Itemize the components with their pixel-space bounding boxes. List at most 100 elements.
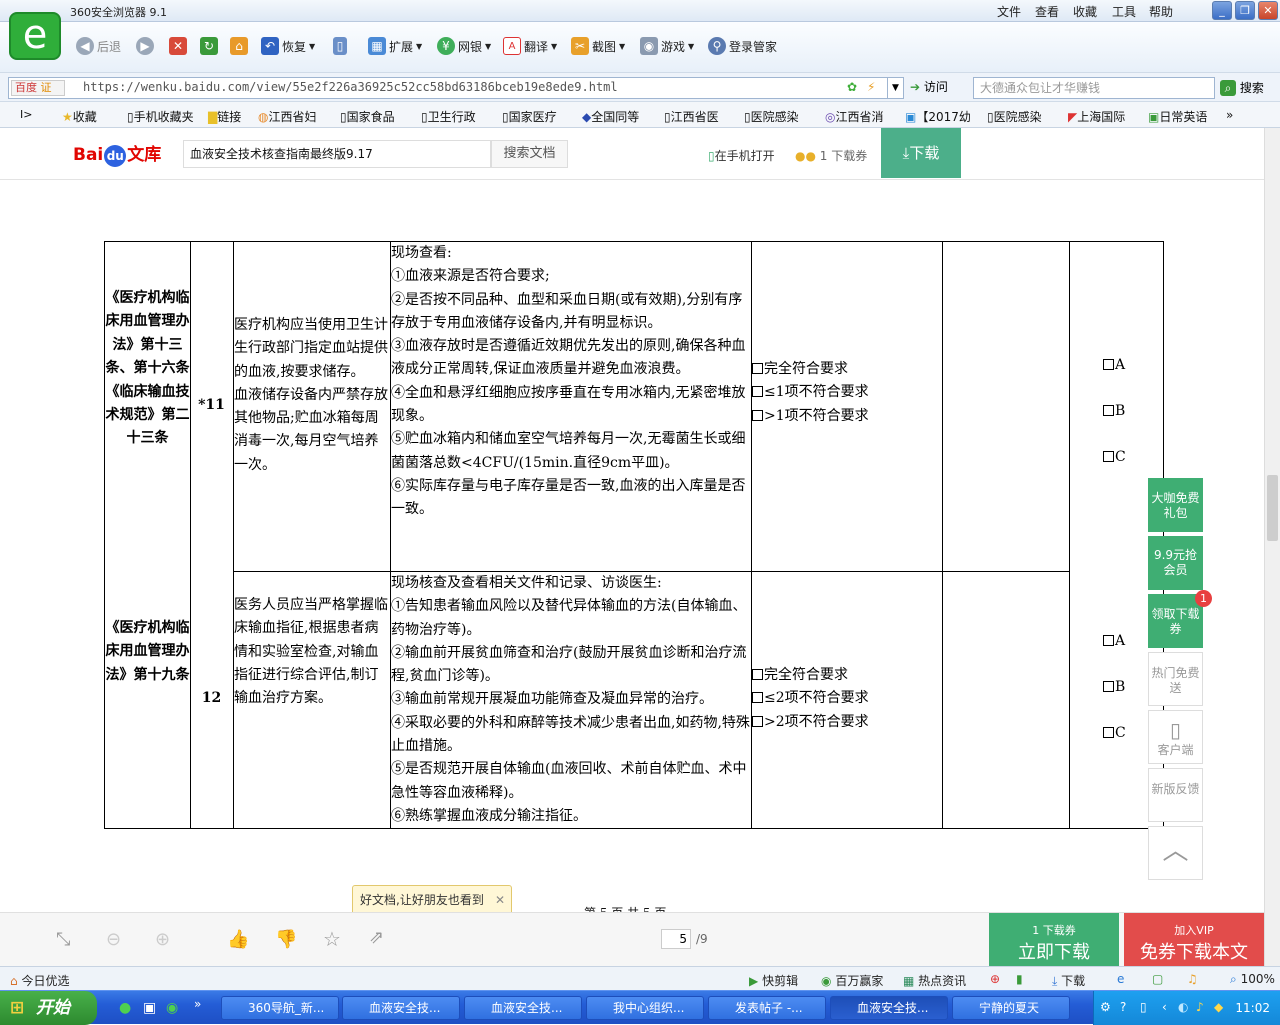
address-dropdown-icon[interactable]: ▼ [887,78,903,98]
ie-icon[interactable]: e [1117,972,1124,986]
quicklaunch-icon[interactable]: ◉ [166,1000,178,1016]
menu-favorites[interactable]: 收藏 [1073,3,1097,20]
taskbar-item[interactable]: 我中心组织... [586,996,704,1020]
help-icon[interactable]: ? [1120,1000,1126,1014]
forward-button[interactable]: ▶ [136,37,154,55]
extend-button[interactable]: ▦ 扩展 ▼ [368,37,422,55]
bank-button[interactable]: ¥ 网银 ▼ [437,37,491,55]
taskbar-item[interactable]: 宁静的夏天 [952,996,1070,1020]
client-button[interactable]: ▯ 客户端 [1148,710,1203,764]
zoom-in-icon[interactable]: ⊕ [155,929,170,950]
option-full[interactable]: 完全符合要求 [752,664,941,687]
fav-item[interactable]: ◎江西省消 [825,108,884,125]
status-icon[interactable]: ⊕ [990,972,1000,986]
restore-tabs-button[interactable]: ↶ 恢复 ▼ [261,37,315,55]
close-button[interactable]: ✕ [1258,1,1278,20]
share-icon[interactable]: ⇗ [369,927,384,948]
get-coupon-button[interactable]: 领取下载券 [1148,594,1203,648]
gift-pack-button[interactable]: 大咖免费礼包 [1148,478,1203,532]
doc-search-input[interactable]: 血液安全技术核查指南最终版9.17 [183,140,491,168]
vip-download-button[interactable]: 加入VIP 免券下载本文 [1124,913,1264,967]
fav-item[interactable]: ▣【2017幼 [905,108,971,125]
feedback-button[interactable]: 新版反馈 [1148,768,1203,822]
home-button[interactable]: ⌂ [230,37,248,55]
sound-icon[interactable]: ♫ [1187,972,1198,986]
option-le2[interactable]: ≤2项不符合要求 [752,687,941,710]
games-button[interactable]: ◉ 游戏 ▼ [640,37,694,55]
taskbar-item[interactable]: 血液安全技... [464,996,582,1020]
option-full[interactable]: 完全符合要求 [752,358,941,381]
status-item[interactable]: ◉ 百万赢家 [821,972,883,989]
option-gt1[interactable]: >1项不符合要求 [752,405,941,428]
fav-more-button[interactable]: » [1226,108,1233,122]
menu-help[interactable]: 帮助 [1149,3,1173,20]
grade-b[interactable]: B [1103,400,1163,446]
search-input[interactable]: 大德通众包让才华赚钱 [973,77,1215,99]
tray-icon[interactable]: ‹ [1162,1000,1167,1014]
minimize-button[interactable]: _ [1212,1,1232,20]
status-item[interactable]: ⤓ 下载 [1052,972,1085,989]
start-button[interactable]: ⊞ 开始 [0,991,97,1025]
tray-icon[interactable]: ⚙ [1100,1000,1111,1014]
thumbs-down-icon[interactable]: 👎 [275,929,297,950]
fav-item[interactable]: ▯国家医疗 [502,108,557,125]
back-button[interactable]: ◀ 后退 [76,37,121,55]
option-le1[interactable]: ≤1项不符合要求 [752,381,941,404]
fav-item[interactable]: ▣日常英语 [1148,108,1207,125]
option-gt2[interactable]: >2项不符合要求 [752,711,941,734]
fav-item[interactable]: ▯医院感染 [987,108,1042,125]
taskbar-item[interactable]: 血液安全技... [830,996,948,1020]
favorites-button[interactable]: ★收藏 [62,108,97,125]
scroll-thumb[interactable] [1267,475,1278,541]
fav-item[interactable]: ▇链接 [208,108,241,125]
baidu-wenku-logo[interactable]: Bai du 文库 [73,140,161,167]
fullscreen-icon[interactable]: ⤡ [56,929,70,950]
close-icon[interactable]: ✕ [495,886,505,914]
page-scrollbar[interactable] [1264,128,1280,966]
status-item[interactable]: ▶ 快剪辑 [749,972,798,989]
tray-icon[interactable]: ▯ [1140,1000,1147,1014]
tray-icon[interactable]: ◆ [1214,1000,1223,1014]
address-bar[interactable]: 百度 证 https://wenku.baidu.com/view/55e2f2… [8,77,904,99]
quicklaunch-icon[interactable]: ▣ [143,1000,156,1016]
search-button[interactable]: ⌕ 搜索 [1220,79,1264,96]
window-icon[interactable]: ▢ [1152,972,1163,986]
fav-item[interactable]: ◍江西省妇 [258,108,317,125]
visit-button[interactable]: ➔ 访问 [910,78,948,95]
taskbar-item[interactable]: 360导航_新... [221,996,339,1020]
quicklaunch-icon[interactable]: ● [119,1000,131,1016]
tray-icon[interactable]: ◐ [1178,1000,1188,1014]
fav-item[interactable]: ◤上海国际 [1068,108,1125,125]
login-manager-button[interactable]: ⚲ 登录管家 [708,37,777,55]
status-item[interactable]: ▦ 热点资讯 [903,972,966,989]
zoom-level[interactable]: ⌕ 100% [1230,972,1275,987]
taskbar-item[interactable]: 血液安全技... [342,996,460,1020]
thumbs-up-icon[interactable]: 👍 [227,929,249,950]
menu-file[interactable]: 文件 [997,3,1021,20]
taskbar-item[interactable]: 发表帖子 -... [708,996,826,1020]
grade-c[interactable]: C [1103,446,1163,469]
menu-tools[interactable]: 工具 [1112,3,1136,20]
star-outline-icon[interactable]: ☆ [323,927,341,951]
translate-button[interactable]: A 翻译 ▼ [503,37,557,55]
restore-button[interactable]: ❐ [1235,1,1255,20]
sidebar-toggle-icon[interactable]: I> [20,108,32,121]
open-on-phone-link[interactable]: ▯在手机打开 [708,147,775,164]
quicklaunch-more[interactable]: » [194,997,201,1011]
zoom-out-icon[interactable]: ⊖ [106,929,121,950]
refresh-button[interactable]: ↻ [200,37,218,55]
stop-button[interactable]: ✕ [169,37,187,55]
grade-a[interactable]: A [1103,354,1163,400]
status-icon[interactable]: ▮ [1016,972,1023,986]
hot-free-button[interactable]: 热门免费送 [1148,652,1203,706]
page-number-input[interactable]: 5 [661,929,691,949]
today-picks[interactable]: ⌂ 今日优选 [10,972,69,989]
fav-item[interactable]: ◆全国同等 [582,108,639,125]
mobile-button[interactable]: ▯ [333,37,347,55]
fav-item[interactable]: ▯国家食品 [340,108,395,125]
fav-item[interactable]: ▯手机收藏夹 [127,108,194,125]
member-button[interactable]: 9.9元抢会员 [1148,536,1203,590]
screenshot-button[interactable]: ✂ 截图 ▼ [571,37,625,55]
download-now-button[interactable]: 1 下载券 立即下载 [989,913,1119,967]
fav-item[interactable]: ▯卫生行政 [421,108,476,125]
